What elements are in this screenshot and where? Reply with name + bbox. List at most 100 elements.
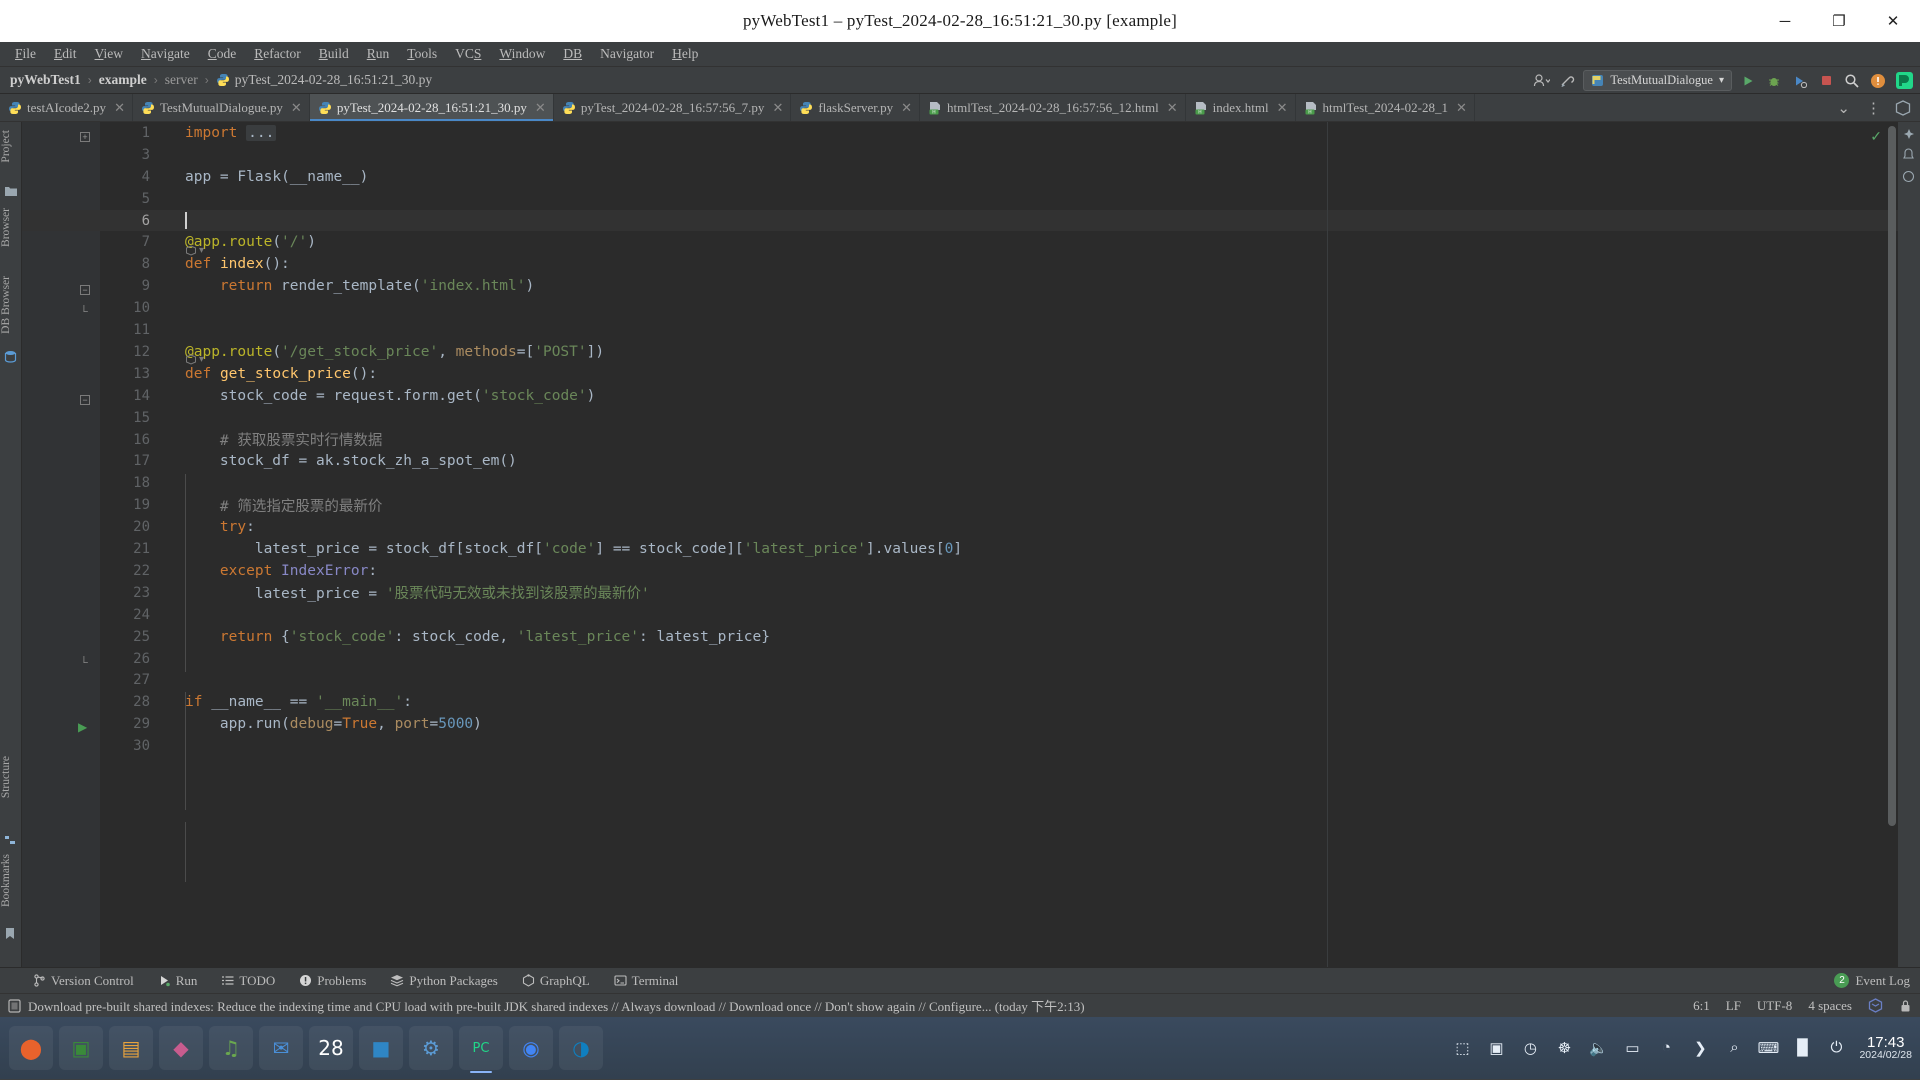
tool-window-graphql[interactable]: GraphQL bbox=[519, 972, 593, 990]
code-line[interactable]: 4app = Flask(__name__) bbox=[100, 166, 1898, 188]
menu-db[interactable]: DB bbox=[554, 44, 591, 64]
keyboard-icon[interactable]: ⌨ bbox=[1757, 1037, 1779, 1059]
build-icon[interactable] bbox=[1557, 70, 1577, 91]
code-line[interactable]: 7@app.route('/') bbox=[100, 232, 1898, 254]
code-line[interactable]: 11 bbox=[100, 319, 1898, 341]
bookmark-icon[interactable] bbox=[4, 927, 18, 941]
sidebar-item-bookmarks[interactable]: Bookmarks bbox=[0, 850, 22, 911]
sidebar-item-db-browser[interactable]: DB Browser bbox=[0, 272, 22, 338]
maximize-button[interactable]: ❐ bbox=[1812, 0, 1866, 42]
code-line[interactable]: 5 bbox=[100, 188, 1898, 210]
shield-icon[interactable]: ☸ bbox=[1553, 1037, 1575, 1059]
screenshot-icon[interactable]: ⬚ bbox=[1451, 1037, 1473, 1059]
menu-run[interactable]: Run bbox=[358, 44, 399, 64]
updates-icon[interactable] bbox=[1868, 70, 1888, 91]
caret-position[interactable]: 6:1 bbox=[1693, 998, 1710, 1014]
event-log-label[interactable]: Event Log bbox=[1855, 973, 1910, 989]
menu-build[interactable]: Build bbox=[310, 44, 358, 64]
search-icon[interactable] bbox=[1842, 70, 1862, 91]
chevron-down-icon[interactable]: ▾ bbox=[1719, 75, 1724, 86]
menu-help[interactable]: Help bbox=[663, 44, 707, 64]
minimize-button[interactable]: ─ bbox=[1758, 0, 1812, 42]
code-line[interactable]: 23 latest_price = '股票代码无效或未找到该股票的最新价' bbox=[100, 582, 1898, 604]
code-line[interactable]: 13def get_stock_price(): bbox=[100, 363, 1898, 385]
more-options-icon[interactable]: ⋮ bbox=[1859, 99, 1888, 117]
close-button[interactable]: ✕ bbox=[1866, 0, 1920, 42]
editor-tab-5[interactable]: HhtmlTest_2024-02-28_16:57:56_12.html✕ bbox=[920, 94, 1186, 121]
code-line[interactable]: 27 bbox=[100, 670, 1898, 692]
tab-close-icon[interactable]: ✕ bbox=[535, 100, 546, 116]
code-lines[interactable]: 1import ...34app = Flask(__name__)567@ap… bbox=[100, 122, 1898, 967]
chrome-app[interactable]: ◉ bbox=[509, 1026, 553, 1070]
coverage-icon[interactable] bbox=[1790, 70, 1810, 91]
run-line-marker[interactable]: ▶ bbox=[78, 718, 87, 736]
clock-tray-icon[interactable]: ◷ bbox=[1519, 1037, 1541, 1059]
editor-tab-2[interactable]: pyTest_2024-02-28_16:51:21_30.py✕ bbox=[310, 94, 554, 121]
store-app[interactable]: ■ bbox=[359, 1026, 403, 1070]
start-button[interactable]: ⬤ bbox=[9, 1026, 53, 1070]
breadcrumb-item-0[interactable]: pyWebTest1 bbox=[10, 72, 81, 88]
breadcrumb-item-3[interactable]: pyTest_2024-02-28_16:51:21_30.py bbox=[235, 72, 432, 88]
tab-close-icon[interactable]: ✕ bbox=[114, 100, 125, 116]
code-line[interactable]: 24 bbox=[100, 604, 1898, 626]
editor-tab-3[interactable]: pyTest_2024-02-28_16:57:56_7.py✕ bbox=[554, 94, 792, 121]
files-app[interactable]: ▤ bbox=[109, 1026, 153, 1070]
code-line[interactable]: 29 app.run(debug=True, port=5000) bbox=[100, 713, 1898, 735]
tab-close-icon[interactable]: ✕ bbox=[1167, 100, 1178, 116]
editor-tab-4[interactable]: flaskServer.py✕ bbox=[791, 94, 920, 121]
tool-window-run[interactable]: Run bbox=[155, 972, 201, 990]
menu-navigator[interactable]: Navigator bbox=[591, 44, 663, 64]
code-line[interactable]: 28if __name__ == '__main__': bbox=[100, 691, 1898, 713]
code-line[interactable]: 22 except IndexError: bbox=[100, 560, 1898, 582]
code-line[interactable]: 14 stock_code = request.form.get('stock_… bbox=[100, 385, 1898, 407]
code-line[interactable]: 19 # 筛选指定股票的最新价 bbox=[100, 494, 1898, 516]
fold-toggle-get-stock-price[interactable]: − bbox=[80, 390, 90, 408]
camera-icon[interactable]: ▣ bbox=[1485, 1037, 1507, 1059]
settings-app[interactable]: ⚙ bbox=[409, 1026, 453, 1070]
code-line[interactable]: 6 bbox=[100, 210, 1898, 232]
pycharm-icon[interactable] bbox=[1890, 100, 1916, 116]
editor-gutter[interactable]: +−└−└▶ bbox=[22, 122, 100, 967]
code-line[interactable]: 25 return {'stock_code': stock_code, 'la… bbox=[100, 626, 1898, 648]
volume-icon[interactable]: 🔈 bbox=[1587, 1037, 1609, 1059]
breadcrumb-item-2[interactable]: server bbox=[165, 72, 198, 88]
sidebar-item-project[interactable]: Project bbox=[0, 126, 22, 167]
code-line[interactable]: 20 try: bbox=[100, 516, 1898, 538]
code-line[interactable]: 16 # 获取股票实时行情数据 bbox=[100, 429, 1898, 451]
calendar-app[interactable]: 28 bbox=[309, 1026, 353, 1070]
editor-tab-6[interactable]: Hindex.html✕ bbox=[1186, 94, 1296, 121]
tool-window-python-packages[interactable]: Python Packages bbox=[387, 972, 500, 990]
run-configuration-selector[interactable]: TestMutualDialogue ▾ bbox=[1583, 70, 1732, 91]
editor-tab-1[interactable]: TestMutualDialogue.py✕ bbox=[133, 94, 310, 121]
tool-window-todo[interactable]: TODO bbox=[218, 972, 278, 990]
code-line[interactable]: 26 bbox=[100, 648, 1898, 670]
tab-close-icon[interactable]: ✕ bbox=[1456, 100, 1467, 116]
event-log-area[interactable]: 2 Event Log bbox=[1834, 973, 1910, 989]
tab-close-icon[interactable]: ✕ bbox=[1277, 100, 1288, 116]
menu-refactor[interactable]: Refactor bbox=[245, 44, 309, 64]
line-separator[interactable]: LF bbox=[1726, 998, 1741, 1014]
gradle-icon[interactable] bbox=[1902, 170, 1916, 184]
lock-icon[interactable] bbox=[1899, 999, 1912, 1013]
editor-tab-0[interactable]: testAIcode2.py✕ bbox=[0, 94, 133, 121]
chevron-right-icon[interactable]: ❯ bbox=[1689, 1037, 1711, 1059]
menu-view[interactable]: View bbox=[86, 44, 132, 64]
stop-icon[interactable] bbox=[1816, 70, 1836, 91]
tool-window-problems[interactable]: Problems bbox=[296, 972, 369, 990]
menu-navigate[interactable]: Navigate bbox=[132, 44, 199, 64]
code-line[interactable]: 3 bbox=[100, 144, 1898, 166]
edge-app[interactable]: ◑ bbox=[559, 1026, 603, 1070]
notifications-icon[interactable] bbox=[1902, 148, 1916, 162]
fold-toggle-import[interactable]: + bbox=[80, 127, 90, 145]
menu-edit[interactable]: Edit bbox=[45, 44, 86, 64]
indent-setting[interactable]: 4 spaces bbox=[1808, 998, 1852, 1014]
mail-app[interactable]: ✉ bbox=[259, 1026, 303, 1070]
code-editor[interactable]: +−└−└▶ 1import ...34app = Flask(__name__… bbox=[22, 122, 1898, 967]
breadcrumb-item-1[interactable]: example bbox=[99, 72, 147, 88]
tab-close-icon[interactable]: ✕ bbox=[901, 100, 912, 116]
code-line[interactable]: 12@app.route('/get_stock_price', methods… bbox=[100, 341, 1898, 363]
code-line[interactable]: 8def index(): bbox=[100, 253, 1898, 275]
menu-window[interactable]: Window bbox=[490, 44, 554, 64]
usages-inlay-hint[interactable]: ▾ bbox=[185, 245, 204, 256]
menu-code[interactable]: Code bbox=[199, 44, 246, 64]
